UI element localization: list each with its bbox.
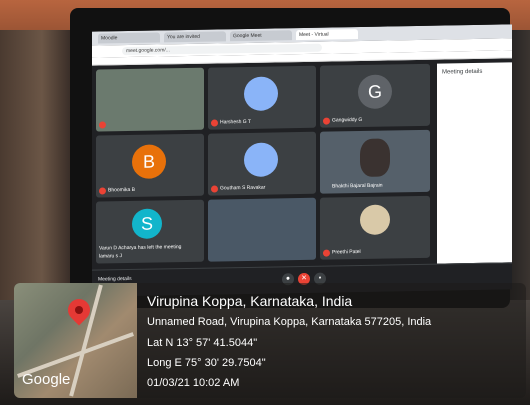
datetime: 01/03/21 10:02 AM <box>147 377 240 389</box>
participant-tile: S Varun D Acharya has left the meeting l… <box>96 199 204 264</box>
participant-name: Preethi Patel <box>332 248 361 256</box>
browser-tab[interactable]: Google Meet <box>230 30 292 42</box>
avatar <box>360 138 390 177</box>
participant-name: Bhakthi Bajaral Bajrain <box>332 182 383 190</box>
avatar: G <box>358 74 392 110</box>
avatar: B <box>132 144 166 179</box>
participant-name: Gangwiddy G <box>332 116 363 124</box>
laptop-screen: Moodle You are invited Google Meet Meet … <box>92 24 512 297</box>
participant-tile: G Gangwiddy G <box>320 63 430 128</box>
participant-tile: Preethi Patel <box>320 195 430 260</box>
participant-tile <box>96 67 204 132</box>
avatar <box>244 142 278 178</box>
mic-muted-icon <box>99 121 106 129</box>
address: Unnamed Road, Virupina Koppa, Karnataka … <box>147 316 432 328</box>
location-title: Virupina Koppa, Karnataka, India <box>147 293 353 309</box>
participant-tile: Bhakthi Bajaral Bajrain <box>320 129 430 194</box>
left-meeting-notice: Varun D Acharya has left the meeting <box>99 244 182 252</box>
participant-grid: Harshesh G T G Gangwiddy G B Bhoomika B … <box>96 63 434 270</box>
meeting-details-label[interactable]: Meeting details <box>98 276 132 283</box>
mic-muted-icon <box>211 119 218 127</box>
avatar <box>360 204 390 235</box>
mic-muted-icon <box>99 187 106 195</box>
mic-muted-icon <box>211 185 218 193</box>
panel-title: Meeting details <box>442 68 483 76</box>
google-logo: Google <box>22 371 71 388</box>
meeting-details-panel: Meeting details <box>437 62 512 264</box>
avatar <box>244 76 278 112</box>
participant-name: Goutham S Ravakar <box>220 184 266 192</box>
longitude: Long E 75° 30' 29.7504" <box>147 357 266 369</box>
latitude: Lat N 13° 57' 41.5044" <box>147 337 258 349</box>
participant-name: Bhoomika B <box>108 186 135 194</box>
participant-tile: Goutham S Ravakar <box>208 131 316 196</box>
participant-tile: Harshesh G T <box>208 65 316 130</box>
participant-tile <box>208 197 316 262</box>
participant-tile: B Bhoomika B <box>96 133 204 198</box>
participant-name: Harshesh G T <box>220 118 252 126</box>
avatar: S <box>132 208 162 239</box>
browser-tab[interactable]: You are invited <box>164 31 226 43</box>
browser-tab[interactable]: Moodle <box>98 32 160 44</box>
participant-name: lamaru s J <box>99 253 123 260</box>
mic-muted-icon <box>323 249 330 257</box>
browser-tab-active[interactable]: Meet - Virtual <box>296 29 358 41</box>
mic-muted-icon <box>323 117 330 125</box>
